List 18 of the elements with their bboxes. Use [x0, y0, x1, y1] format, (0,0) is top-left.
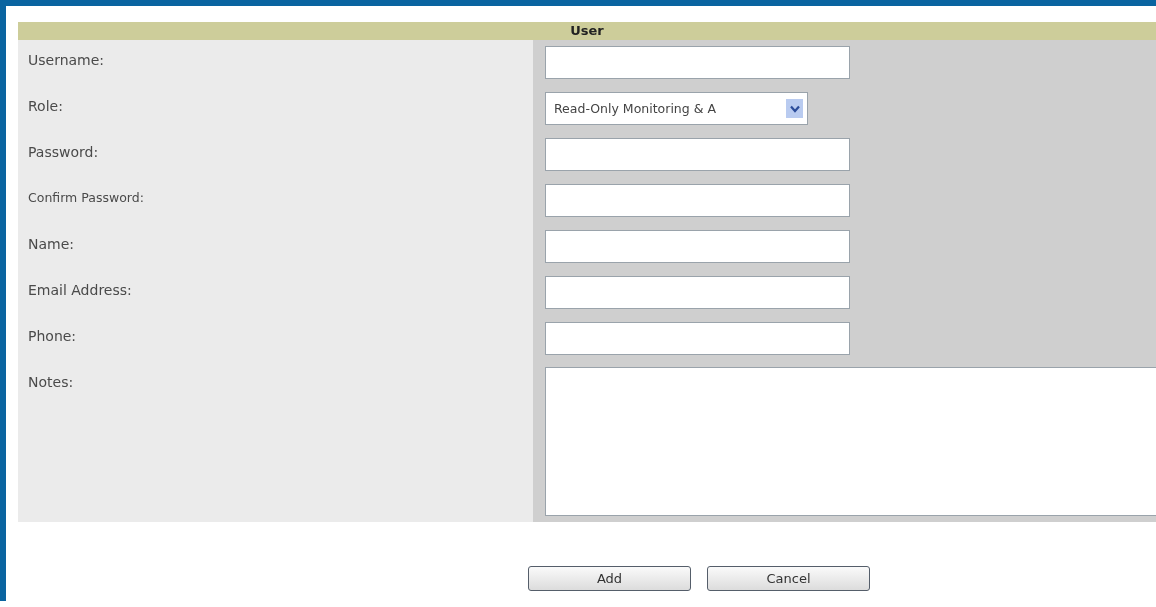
field-label: Notes:	[28, 374, 74, 390]
field-label: Password:	[28, 144, 99, 160]
field-label: Email Address:	[28, 282, 132, 298]
field-label: Phone:	[28, 328, 77, 344]
input-field[interactable]	[545, 138, 850, 171]
input-field[interactable]	[545, 276, 850, 309]
role-dropdown[interactable]: Read-Only Monitoring & A	[545, 92, 808, 125]
form-button[interactable]: Add	[528, 566, 691, 591]
section-header: User	[18, 22, 1156, 40]
field-label: Confirm Password:	[28, 190, 144, 205]
field-label: Name:	[28, 236, 75, 252]
field-label: Username:	[28, 52, 105, 68]
form-button[interactable]: Cancel	[707, 566, 870, 591]
field-label: Role:	[28, 98, 63, 114]
input-field[interactable]	[545, 322, 850, 355]
input-field[interactable]	[545, 46, 850, 79]
input-field[interactable]	[545, 184, 850, 217]
input-field[interactable]	[545, 230, 850, 263]
